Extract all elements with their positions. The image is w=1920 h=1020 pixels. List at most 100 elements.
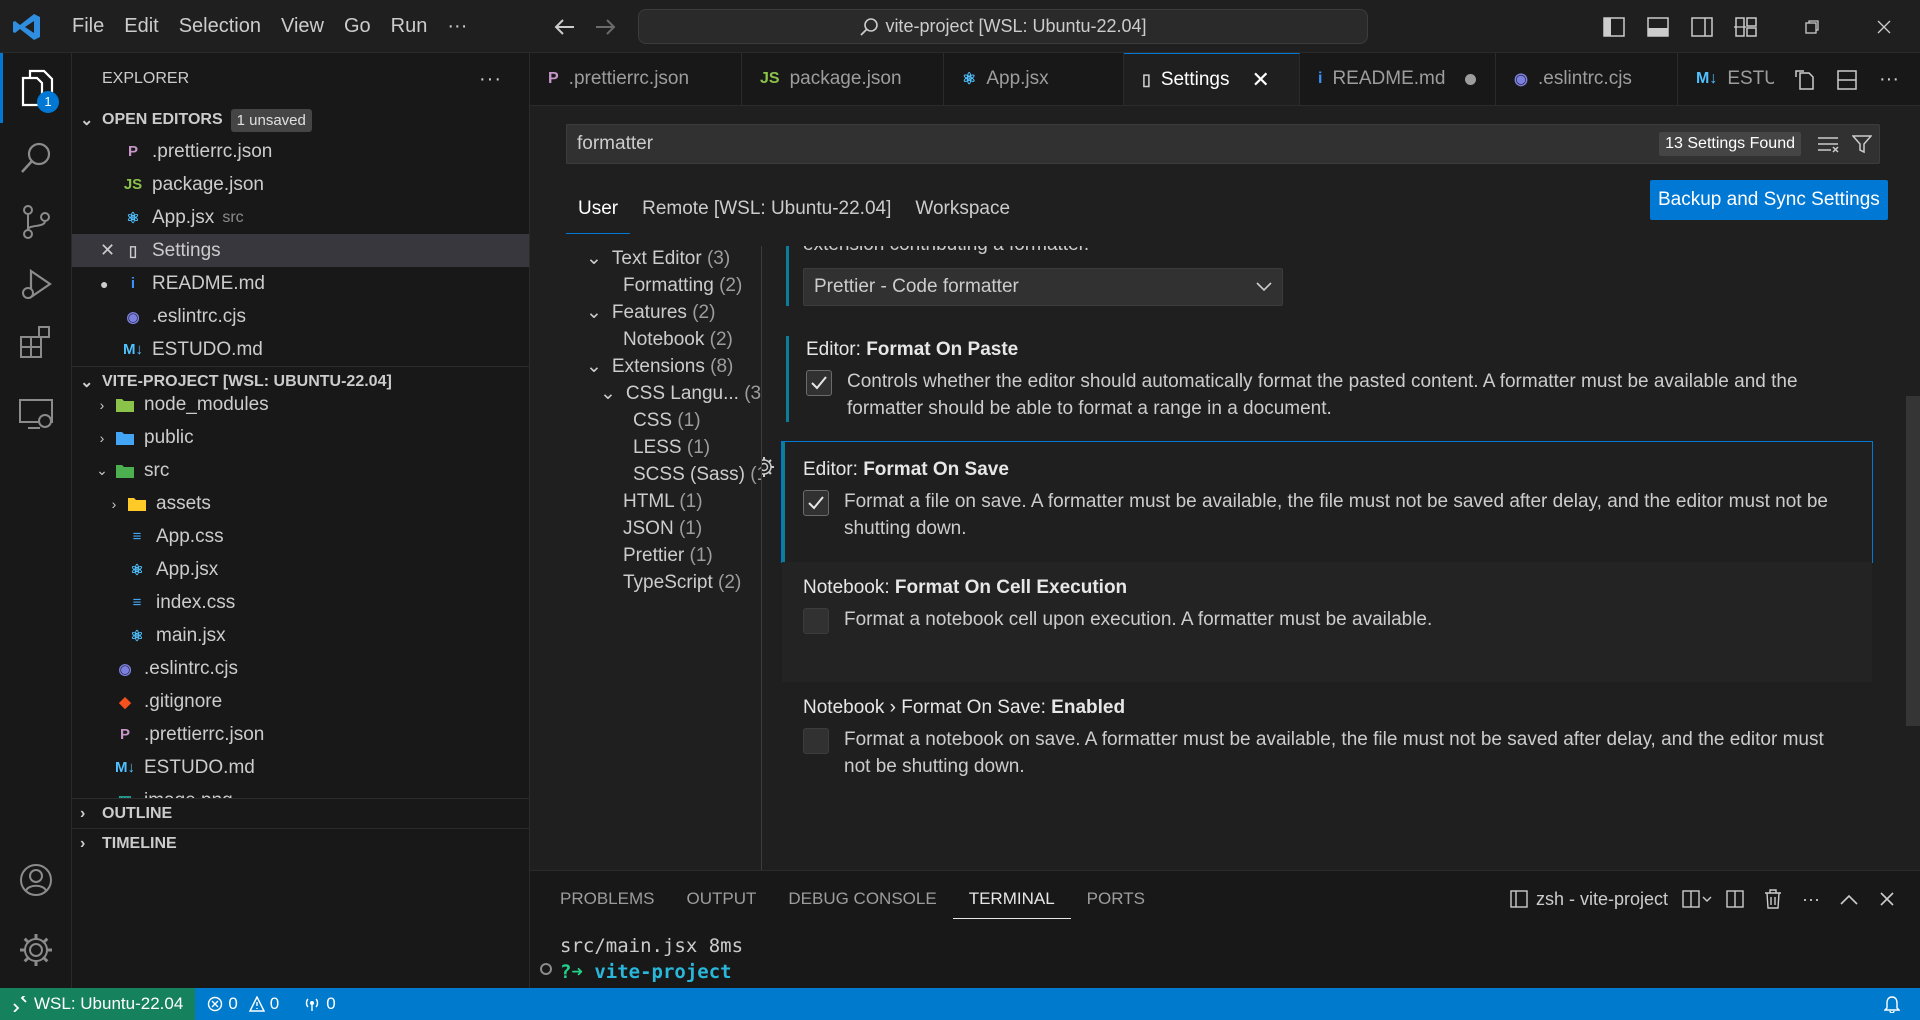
tree-item[interactable]: ▨ image.png — [72, 784, 529, 799]
scope-tab-remote[interactable]: Remote [WSL: Ubuntu-22.04] — [630, 184, 903, 234]
timeline-header[interactable]: › TIMELINE — [72, 828, 529, 858]
back-arrow-icon[interactable] — [552, 14, 578, 40]
scrollbar-thumb[interactable] — [1906, 396, 1920, 726]
open-editor-item[interactable]: ✕ ▯ Settings — [72, 234, 529, 267]
scope-tab-workspace[interactable]: Workspace — [903, 184, 1022, 234]
explorer-more-button[interactable]: ··· — [479, 68, 529, 91]
toggle-primary-sidebar-icon[interactable] — [1592, 12, 1636, 42]
tree-item[interactable]: › public — [72, 421, 529, 454]
source-control-icon[interactable] — [0, 187, 72, 257]
command-center[interactable]: vite-project [WSL: Ubuntu-22.04] — [638, 9, 1368, 44]
open-editor-item[interactable]: P .prettierrc.json — [72, 135, 529, 168]
notifications-bell-icon[interactable] — [1872, 995, 1920, 1013]
panel-tab-terminal[interactable]: TERMINAL — [952, 879, 1071, 919]
tree-item[interactable]: ◆ .gitignore — [72, 685, 529, 718]
more-actions-button[interactable]: ··· — [1792, 889, 1830, 910]
split-editor-icon[interactable] — [1826, 69, 1868, 91]
panel-tab-debug-console[interactable]: DEBUG CONSOLE — [772, 871, 952, 927]
trash-icon[interactable] — [1754, 889, 1792, 909]
menu-go[interactable]: Go — [334, 0, 381, 53]
new-terminal-dropdown-icon[interactable] — [1678, 890, 1716, 908]
settings-search-input[interactable]: formatter 13 Settings Found — [566, 124, 1880, 164]
open-editor-item[interactable]: ◉ .eslintrc.cjs — [72, 300, 529, 333]
ports-count: 0 — [326, 994, 336, 1013]
close-window-icon[interactable] — [1848, 0, 1920, 53]
tab-label: App.jsx — [986, 68, 1049, 89]
tab-eslintrc-cjs[interactable]: ◉ .eslintrc.cjs — [1496, 53, 1678, 105]
explorer-icon[interactable]: 1 — [0, 53, 72, 123]
backup-sync-button[interactable]: Backup and Sync Settings — [1650, 180, 1888, 220]
remote-explorer-icon[interactable] — [0, 379, 72, 449]
split-terminal-icon[interactable] — [1716, 890, 1754, 908]
clear-filter-icon[interactable] — [1811, 135, 1845, 153]
folder-icon — [126, 493, 148, 515]
accounts-icon[interactable] — [0, 845, 72, 915]
problems-status[interactable]: 0 0 — [195, 994, 291, 1014]
unsaved-dot-icon[interactable] — [1465, 73, 1477, 85]
filter-icon[interactable] — [1845, 134, 1879, 154]
menu-selection[interactable]: Selection — [169, 0, 271, 53]
settings-scrollbar[interactable] — [1906, 246, 1920, 870]
tree-item[interactable]: P .prettierrc.json — [72, 718, 529, 751]
close-icon[interactable]: ✕ — [100, 240, 122, 261]
minimize-icon[interactable] — [1704, 0, 1776, 53]
tree-item[interactable]: ⌄ src — [72, 454, 529, 487]
tree-item[interactable]: M↓ ESTUDO.md — [72, 751, 529, 784]
tree-item[interactable]: ⚛ App.jsx — [72, 553, 529, 586]
menu-run[interactable]: Run — [381, 0, 438, 53]
open-editor-item[interactable]: JS package.json — [72, 168, 529, 201]
remote-indicator[interactable]: WSL: Ubuntu-22.04 — [0, 988, 196, 1020]
restore-icon[interactable] — [1776, 0, 1848, 53]
setting-notebook-format-on-save: Notebook › Format On Save: Enabled Forma… — [782, 682, 1872, 780]
open-editor-item[interactable]: ⚛ App.jsx src — [72, 201, 529, 234]
more-actions-button[interactable]: ··· — [1868, 68, 1910, 91]
info-icon: i — [130, 275, 136, 292]
open-editors-header[interactable]: ⌄ OPEN EDITORS 1 unsaved — [72, 105, 529, 135]
search-view-icon[interactable] — [0, 123, 72, 193]
outline-header[interactable]: › OUTLINE — [72, 798, 529, 828]
menu-more-button[interactable]: ··· — [437, 0, 477, 53]
tree-item-label: node_modules — [144, 393, 269, 415]
toggle-panel-icon[interactable] — [1636, 12, 1680, 42]
manage-gear-icon[interactable] — [0, 915, 72, 985]
tab-label: Settings — [1160, 68, 1230, 90]
close-icon[interactable]: ✕ — [1251, 67, 1269, 93]
toc-count: (1) — [677, 410, 701, 431]
tab-prettierrc-json[interactable]: P .prettierrc.json — [530, 53, 742, 105]
scope-tab-user[interactable]: User — [566, 184, 631, 234]
activity-bar: 1 — [0, 53, 72, 988]
format-on-save-checkbox[interactable] — [803, 490, 829, 516]
notebook-format-on-save-checkbox[interactable] — [803, 728, 829, 754]
open-settings-json-icon[interactable] — [1784, 69, 1826, 91]
open-editor-item[interactable]: M↓ ESTUDO.md — [72, 333, 529, 366]
format-on-cell-execution-checkbox[interactable] — [803, 608, 829, 634]
ports-status[interactable]: 0 — [291, 994, 347, 1014]
close-panel-icon[interactable] — [1868, 891, 1906, 907]
menu-file[interactable]: File — [62, 0, 114, 53]
tab-app-jsx[interactable]: ⚛ App.jsx — [944, 53, 1124, 105]
toc-item[interactable]: TypeScript (2) — [623, 566, 741, 599]
format-on-paste-checkbox[interactable] — [806, 370, 832, 396]
tab-readme-md[interactable]: i README.md — [1300, 53, 1496, 105]
maximize-panel-icon[interactable] — [1830, 893, 1868, 905]
tree-item[interactable]: ≡ App.css — [72, 520, 529, 553]
menu-view[interactable]: View — [271, 0, 334, 53]
tree-item[interactable]: ◉ .eslintrc.cjs — [72, 652, 529, 685]
setting-gear-icon[interactable] — [762, 456, 775, 478]
tab-package-json[interactable]: JS package.json — [742, 53, 944, 105]
terminal-selector[interactable]: zsh - vite-project — [1510, 889, 1668, 910]
tree-item[interactable]: ≡ index.css — [72, 586, 529, 619]
tab-settings[interactable]: ▯ Settings ✕ — [1124, 53, 1300, 105]
tree-item[interactable]: ⚛ main.jsx — [72, 619, 529, 652]
tree-item[interactable]: › assets — [72, 487, 529, 520]
menu-edit[interactable]: Edit — [114, 0, 168, 53]
extensions-icon[interactable] — [0, 307, 72, 377]
forward-arrow-icon[interactable] — [592, 14, 618, 40]
tree-item[interactable]: › node_modules — [72, 388, 529, 421]
open-editor-item[interactable]: ● i README.md — [72, 267, 529, 300]
panel-tab-ports[interactable]: PORTS — [1071, 871, 1161, 927]
panel-tab-problems[interactable]: PROBLEMS — [544, 871, 670, 927]
default-formatter-select[interactable]: Prettier - Code formatter — [803, 268, 1283, 306]
terminal-output[interactable]: src/main.jsx 8ms ?➜ vite-project — [560, 933, 743, 985]
panel-tab-output[interactable]: OUTPUT — [670, 871, 772, 927]
